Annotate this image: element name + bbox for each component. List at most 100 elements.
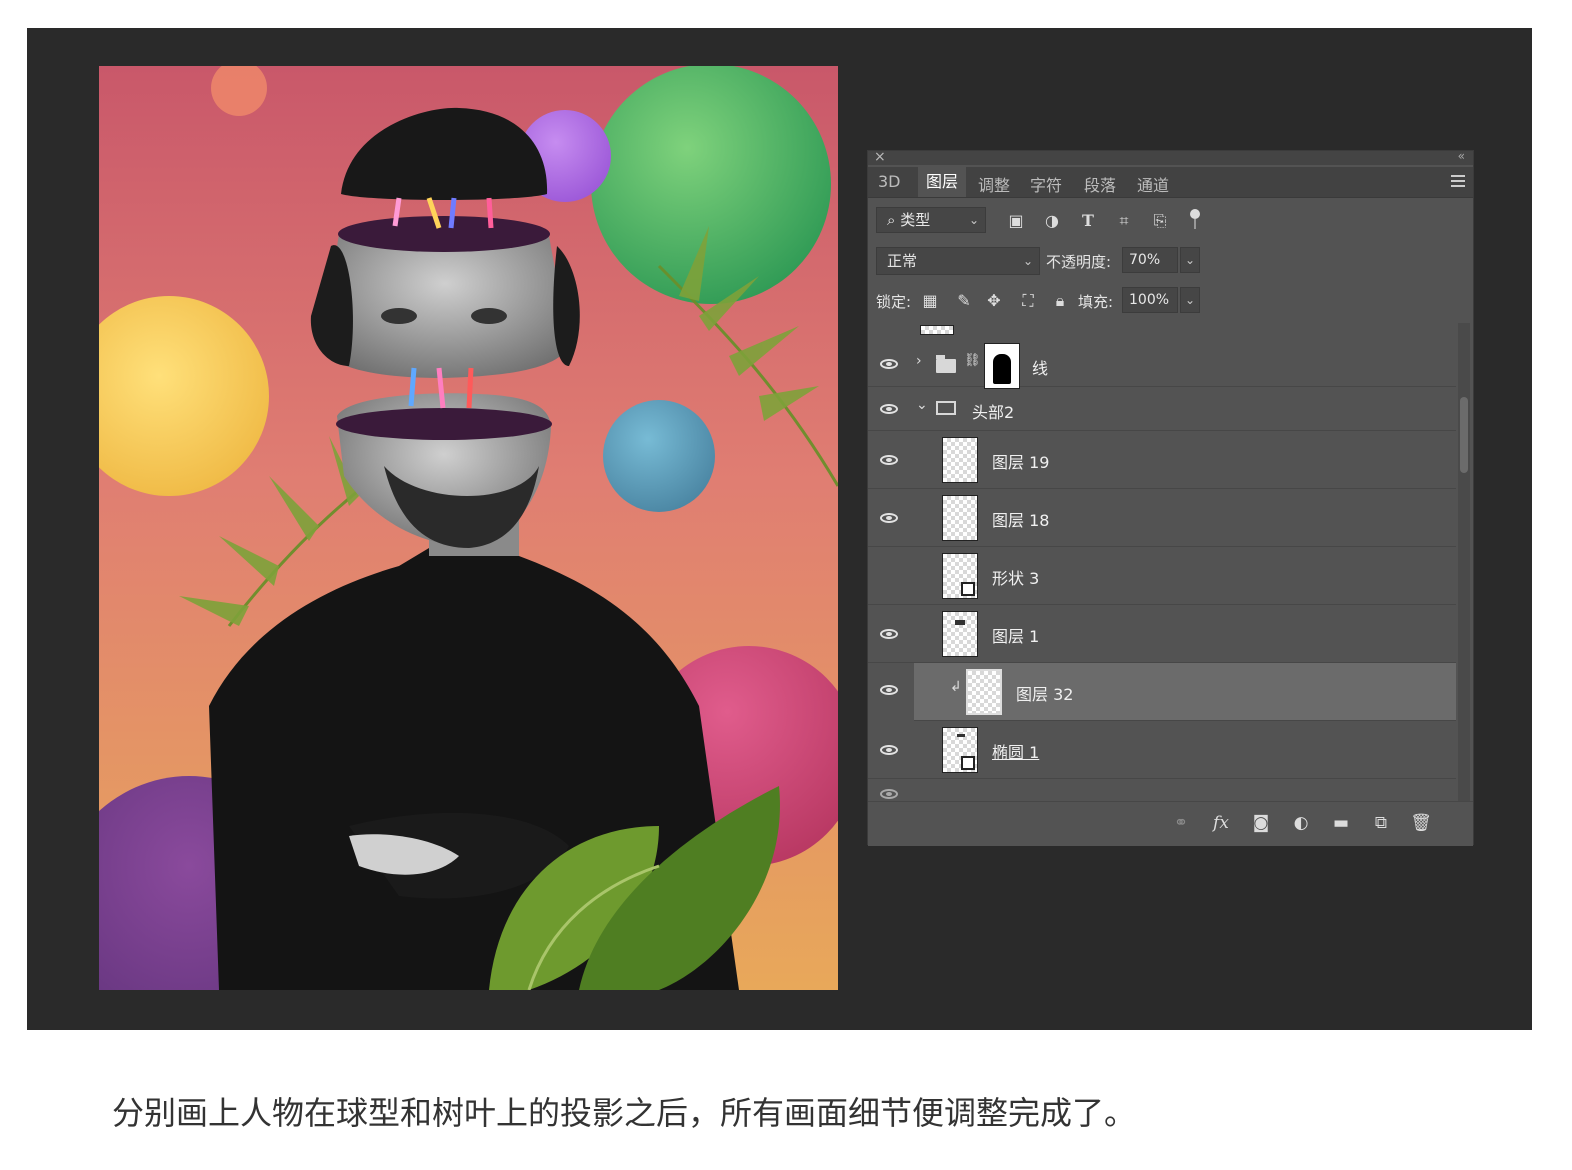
blend-mode-select[interactable]: 正常 ⌄ <box>876 247 1040 275</box>
layer-thumbnail <box>942 495 978 541</box>
link-layers-icon[interactable]: ⚭ <box>1170 812 1192 834</box>
lock-artboard-icon[interactable]: ⛶ <box>1018 291 1038 311</box>
new-group-icon[interactable]: ▬ <box>1330 812 1352 834</box>
delete-layer-icon[interactable]: 🗑︎ <box>1410 812 1432 834</box>
new-layer-icon[interactable]: ⧉ <box>1370 812 1392 834</box>
eye-icon[interactable] <box>880 359 898 369</box>
lock-all-icon[interactable]: 🔒︎ <box>1050 291 1070 311</box>
tab-3d[interactable]: 3D <box>878 172 901 191</box>
fill-label: 填充: <box>1078 293 1114 311</box>
layer-name: 图层 18 <box>992 511 1050 530</box>
layer-thumbnail <box>942 727 978 773</box>
layer-mask-icon[interactable]: ◙ <box>1250 812 1272 834</box>
scrollbar-thumb[interactable] <box>1460 397 1468 473</box>
tab-channels[interactable]: 通道 <box>1137 172 1169 196</box>
eye-icon[interactable] <box>880 404 898 414</box>
collage-illustration <box>99 66 838 990</box>
layer-name: 线 <box>1032 359 1049 378</box>
tab-paragraph[interactable]: 段落 <box>1084 172 1116 196</box>
layer-row[interactable]: › ⛓ 线 <box>868 341 1456 389</box>
layer-row[interactable]: 图层 19 <box>868 431 1456 489</box>
layers-scrollbar[interactable] <box>1458 323 1470 801</box>
filter-row: ⌕ 类型 ⌄ ▣ ◑ T ⌗ ⎘ <box>868 203 1473 237</box>
layers-panel: × « 3D 图层 调整 字符 段落 通道 ⌕ 类型 ⌄ ▣ ◑ T ⌗ ⎘ 正… <box>867 149 1474 846</box>
text-filter-icon[interactable]: T <box>1078 211 1098 231</box>
lock-row: 锁定: ▦ ✎ ✥ ⛶ 🔒︎ 填充: 100% ⌄ <box>868 285 1473 317</box>
shape-filter-icon[interactable]: ⌗ <box>1114 211 1134 231</box>
screenshot-frame: × « 3D 图层 调整 字符 段落 通道 ⌕ 类型 ⌄ ▣ ◑ T ⌗ ⎘ 正… <box>27 28 1532 1030</box>
fill-input[interactable]: 100% <box>1122 287 1178 313</box>
caption-text: 分别画上人物在球型和树叶上的投影之后，所有画面细节便调整完成了。 <box>112 1094 1137 1132</box>
clipping-mask-icon: ↲ <box>950 679 962 695</box>
layer-thumbnail <box>942 553 978 599</box>
eye-icon[interactable] <box>880 629 898 639</box>
layer-name: 形状 3 <box>992 569 1040 588</box>
layer-row[interactable]: 图层 18 <box>868 489 1456 547</box>
shape-layer-badge-icon <box>961 582 975 596</box>
layer-name: 椭圆 1 <box>992 743 1040 762</box>
layer-row[interactable]: 图层 1 <box>868 605 1456 663</box>
opacity-input[interactable]: 70% <box>1122 247 1178 273</box>
tab-adjustments[interactable]: 调整 <box>978 172 1010 196</box>
eye-icon <box>880 789 898 799</box>
chevron-down-icon: ⌄ <box>968 213 979 227</box>
fx-icon[interactable]: fx <box>1210 812 1232 834</box>
filter-type-select[interactable]: ⌕ 类型 ⌄ <box>876 207 986 233</box>
adjustment-filter-icon[interactable]: ◑ <box>1042 211 1062 231</box>
opacity-dropdown-icon[interactable]: ⌄ <box>1180 247 1200 273</box>
layer-name: 图层 1 <box>992 627 1040 646</box>
eye-icon[interactable] <box>880 513 898 523</box>
shape-layer-badge-icon <box>961 756 975 770</box>
layer-thumbnail <box>942 611 978 657</box>
layer-row[interactable]: ⌄ 头部2 <box>868 387 1456 431</box>
adjustment-layer-icon[interactable]: ◐ <box>1290 812 1312 834</box>
layer-thumbnail <box>966 669 1002 715</box>
blend-mode-value: 正常 <box>887 252 918 270</box>
tab-layers[interactable]: 图层 <box>918 167 967 197</box>
layer-row[interactable]: 形状 3 <box>868 547 1456 605</box>
silhouette-shape <box>993 354 1011 384</box>
layers-bottom-toolbar: ⚭ fx ◙ ◐ ▬ ⧉ 🗑︎ <box>868 801 1473 846</box>
smart-object-filter-icon[interactable]: ⎘ <box>1150 211 1170 231</box>
blend-row: 正常 ⌄ 不透明度: 70% ⌄ <box>868 245 1473 277</box>
close-icon[interactable]: × <box>874 149 886 165</box>
fill-dropdown-icon[interactable]: ⌄ <box>1180 287 1200 313</box>
artwork-canvas <box>99 66 838 990</box>
layer-row[interactable]: 椭圆 1 <box>868 721 1456 779</box>
layer-row-selected[interactable]: ↲ 图层 32 <box>914 663 1456 721</box>
lock-label: 锁定: <box>876 293 912 311</box>
search-icon: ⌕ <box>887 211 896 229</box>
opacity-label: 不透明度: <box>1046 253 1112 271</box>
eye-icon[interactable] <box>880 455 898 465</box>
layer-name: 图层 32 <box>1016 685 1074 704</box>
folder-icon <box>936 355 956 373</box>
filter-type-label: 类型 <box>900 211 931 229</box>
collapse-icon[interactable]: « <box>1458 149 1465 163</box>
filter-toggle-stem <box>1194 219 1196 229</box>
chevron-right-icon[interactable]: › <box>916 353 922 369</box>
partial-layer-thumbnail <box>920 325 954 335</box>
layer-name: 图层 19 <box>992 453 1050 472</box>
image-filter-icon[interactable]: ▣ <box>1006 211 1026 231</box>
filter-toggle-icon[interactable] <box>1190 209 1200 219</box>
eye-icon[interactable] <box>880 745 898 755</box>
thumbnail-mark <box>955 620 965 625</box>
tab-character[interactable]: 字符 <box>1030 172 1062 196</box>
folder-open-icon <box>936 401 956 415</box>
lock-position-icon[interactable]: ✥ <box>984 291 1004 311</box>
layer-thumbnail <box>942 437 978 483</box>
thumbnail-mark <box>957 734 965 737</box>
panel-tabs: 3D 图层 调整 字符 段落 通道 <box>868 167 1473 198</box>
panel-title-bar: × « <box>868 149 1473 165</box>
layer-mask-thumbnail <box>984 343 1020 389</box>
partial-layer-row <box>868 779 1456 801</box>
lock-transparent-pixels-icon[interactable]: ▦ <box>920 291 940 311</box>
chevron-down-icon[interactable]: ⌄ <box>916 397 928 413</box>
eye-icon[interactable] <box>880 685 898 695</box>
chevron-down-icon: ⌄ <box>1022 254 1033 268</box>
link-icon: ⛓ <box>964 353 981 368</box>
lock-image-pixels-icon[interactable]: ✎ <box>954 291 974 311</box>
panel-menu-icon[interactable] <box>1451 175 1465 187</box>
visibility-toggle-empty[interactable] <box>878 567 900 583</box>
layer-name: 头部2 <box>972 403 1015 422</box>
